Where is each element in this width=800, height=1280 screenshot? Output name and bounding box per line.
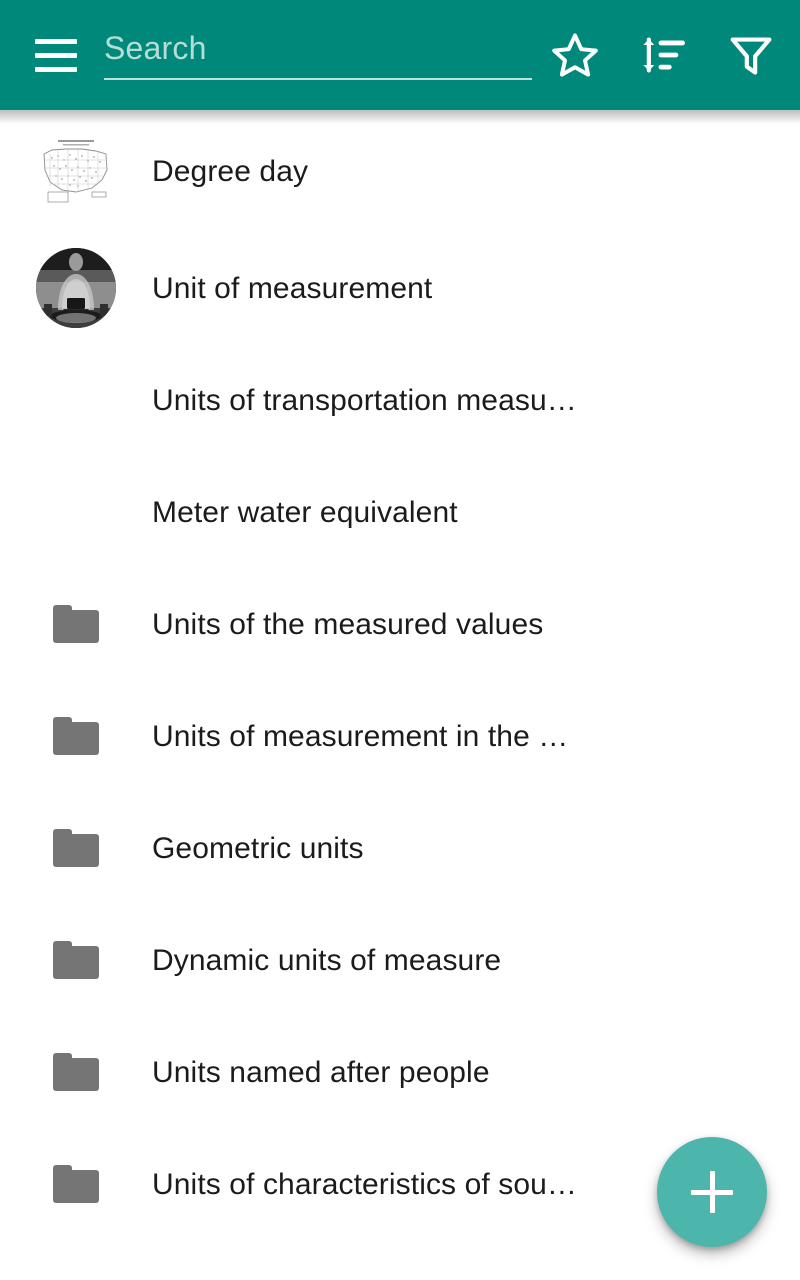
list-item[interactable]: Units named after people — [0, 1016, 800, 1128]
favorites-button[interactable] — [550, 30, 600, 80]
add-button[interactable] — [657, 1137, 767, 1247]
search-underline — [104, 78, 532, 80]
list-item[interactable]: Meter water equivalent — [0, 456, 800, 568]
menu-bar-2 — [35, 52, 77, 58]
list-item-label: Dynamic units of measure — [152, 943, 502, 977]
list-item-label: Geometric units — [152, 831, 364, 865]
list-item-label: Units of characteristics of sou… — [152, 1167, 578, 1201]
folder-icon — [53, 1165, 99, 1203]
list-item-label: Units of transportation measu… — [152, 383, 577, 417]
list-item[interactable]: Geometric units — [0, 792, 800, 904]
search-field-container[interactable] — [104, 24, 532, 86]
thumbnail-circle-photo-icon — [36, 248, 116, 328]
folder-body — [53, 1170, 99, 1203]
list-item[interactable]: Units of transportation measu… — [0, 344, 800, 456]
list-item-leading — [0, 568, 152, 680]
list-item-label: Unit of measurement — [152, 271, 433, 305]
sort-button[interactable] — [638, 30, 688, 80]
plus-icon-vertical — [709, 1171, 715, 1213]
list-item-leading — [0, 1016, 152, 1128]
list-item[interactable]: Unit of measurement — [0, 232, 800, 344]
list-item[interactable]: Dynamic units of measure — [0, 904, 800, 1016]
list-item[interactable]: Units of the measured values — [0, 568, 800, 680]
folder-icon — [53, 717, 99, 755]
star-outline-icon — [550, 30, 600, 80]
list-item[interactable]: Degree day — [0, 110, 800, 232]
folder-icon — [53, 605, 99, 643]
list-item-label: Degree day — [152, 154, 309, 188]
list-item-label: Units of measurement in the … — [152, 719, 569, 753]
folder-icon — [53, 941, 99, 979]
list-item-leading — [0, 680, 152, 792]
folder-body — [53, 946, 99, 979]
sort-icon — [638, 30, 688, 80]
list-item[interactable]: Units of measurement in the … — [0, 680, 800, 792]
thumbnail-map-icon — [36, 136, 116, 206]
list-item-leading — [0, 1128, 152, 1240]
list-item-label: Units of the measured values — [152, 607, 544, 641]
app-bar — [0, 0, 800, 124]
hamburger-menu-icon[interactable] — [28, 27, 84, 83]
list-item-leading — [0, 115, 152, 227]
filter-funnel-icon — [726, 30, 776, 80]
menu-bar-1 — [35, 38, 77, 44]
list-item-label: Units named after people — [152, 1055, 490, 1089]
folder-body — [53, 1058, 99, 1091]
list-item-leading — [0, 232, 152, 344]
folder-icon — [53, 1053, 99, 1091]
menu-bar-3 — [35, 66, 77, 72]
list-item-leading — [0, 456, 152, 568]
list-item-leading — [0, 344, 152, 456]
list-item-leading — [0, 904, 152, 1016]
folder-body — [53, 834, 99, 867]
app-bar-actions — [550, 30, 800, 80]
folder-icon — [53, 829, 99, 867]
filter-button[interactable] — [726, 30, 776, 80]
folder-body — [53, 610, 99, 643]
list-item-leading — [0, 792, 152, 904]
search-input[interactable] — [104, 28, 532, 76]
list-item-label: Meter water equivalent — [152, 495, 458, 529]
folder-body — [53, 722, 99, 755]
content-list[interactable]: Degree day Unit of measurement Units of … — [0, 110, 800, 1280]
